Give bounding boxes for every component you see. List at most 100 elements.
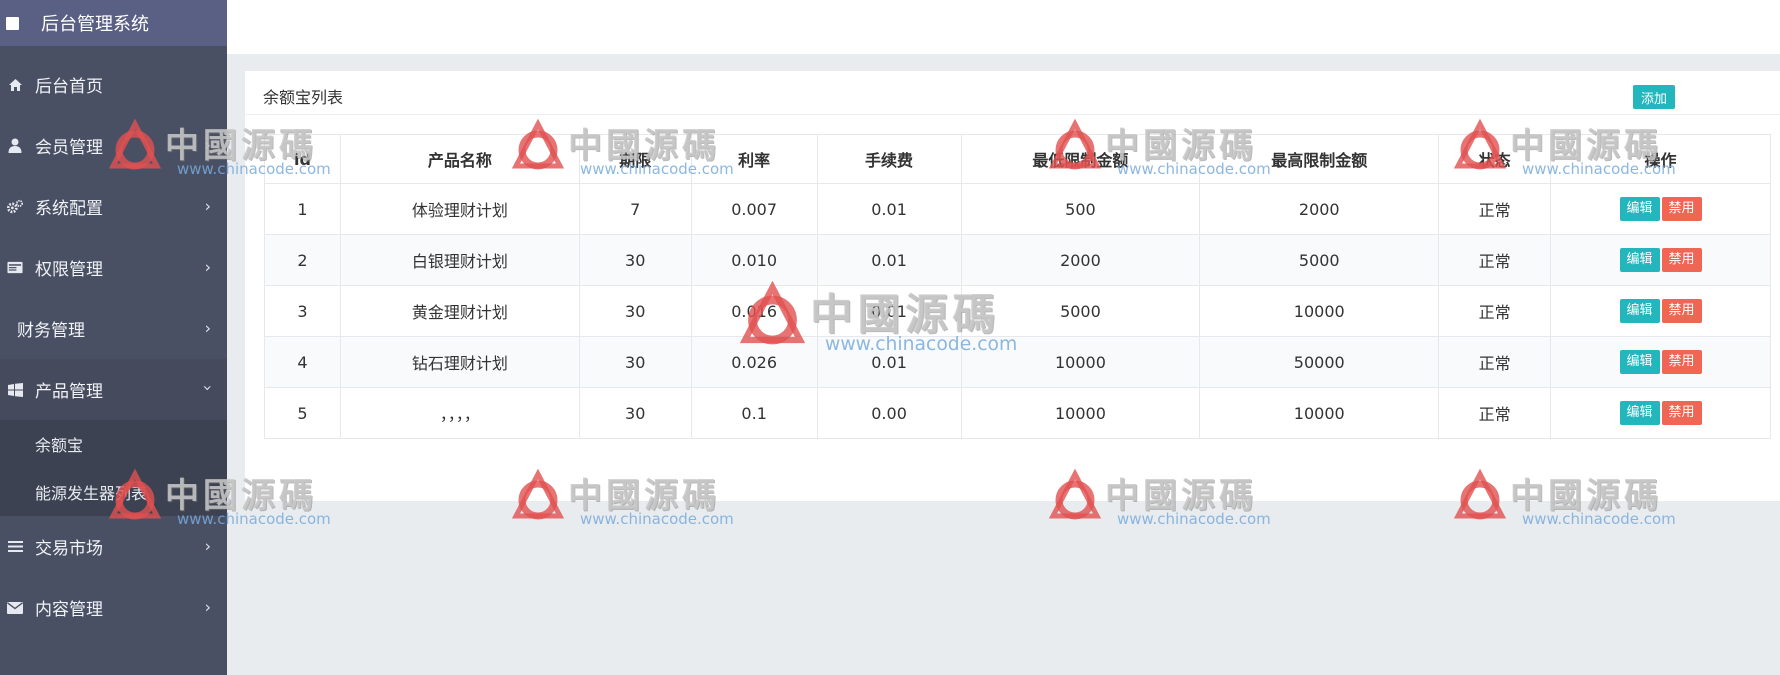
windows-icon — [7, 382, 23, 398]
sidebar-item-members[interactable]: 会员管理 › — [0, 115, 227, 176]
chevron-right-icon: › — [204, 597, 211, 617]
sidebar-item-label: 系统配置 — [35, 199, 103, 219]
sidebar-item-label: 财务管理 — [17, 321, 85, 341]
sidebar: 后台管理系统 后台首页 会员管理 › 系统配置 › 权限管理 › 财务管理 › — [0, 0, 227, 675]
disable-button[interactable]: 禁用 — [1661, 401, 1702, 425]
column-header-status: 状态 — [1438, 134, 1552, 184]
column-header-product-name: 产品名称 — [339, 134, 580, 184]
chevron-down-icon: › — [198, 384, 218, 391]
table-row: 5 ，，，， 30 0.1 0.00 10000 10000 正常 编辑 禁用 — [264, 387, 1771, 439]
table-header-row: id 产品名称 期限 利率 手续费 最低限制金额 最高限制金额 状态 操作 — [264, 134, 1771, 184]
sidebar-item-permissions[interactable]: 权限管理 › — [0, 237, 227, 298]
brand[interactable]: 后台管理系统 — [0, 0, 227, 46]
cell-min-amount: 10000 — [960, 387, 1201, 439]
brand-title: 后台管理系统 — [41, 14, 149, 35]
cell-actions: 编辑 禁用 — [1550, 336, 1771, 388]
chevron-right-icon: › — [204, 257, 211, 277]
cell-product-name: 白银理财计划 — [339, 234, 580, 286]
chevron-right-icon: › — [204, 318, 211, 338]
cell-min-amount: 500 — [960, 183, 1201, 235]
add-button[interactable]: 添加 — [1633, 85, 1675, 109]
home-icon — [7, 77, 23, 93]
cell-fee: 0.01 — [816, 234, 962, 286]
cell-status: 正常 — [1438, 336, 1552, 388]
cell-id: 5 — [264, 387, 341, 439]
sidebar-subitem-label: 余额宝 — [35, 436, 84, 455]
sidebar-item-label: 会员管理 — [35, 138, 103, 158]
table-row: 4 钻石理财计划 30 0.026 0.01 10000 50000 正常 编辑… — [264, 336, 1771, 388]
cell-rate: 0.016 — [690, 285, 818, 337]
panel-title: 余额宝列表 — [263, 88, 344, 107]
chevron-right-icon: › — [204, 196, 211, 216]
column-header-id: id — [264, 134, 341, 184]
cell-id: 1 — [264, 183, 341, 235]
edit-button[interactable]: 编辑 — [1619, 350, 1660, 374]
cell-term: 30 — [578, 234, 692, 286]
top-bar — [227, 0, 1780, 54]
cell-term: 30 — [578, 336, 692, 388]
chevron-right-icon: › — [204, 135, 211, 155]
watermark-url: www.chinacode.com — [1522, 510, 1676, 528]
brand-square-icon — [6, 16, 19, 30]
edit-button[interactable]: 编辑 — [1619, 197, 1660, 221]
sidebar-subitem-yuebao[interactable]: 余额宝 — [0, 420, 227, 468]
cell-rate: 0.1 — [690, 387, 818, 439]
user-icon — [7, 138, 23, 154]
table-row: 3 黄金理财计划 30 0.016 0.01 5000 10000 正常 编辑禁… — [264, 285, 1771, 337]
cell-max-amount: 10000 — [1199, 285, 1440, 337]
cell-term: 7 — [578, 183, 692, 235]
disable-button[interactable]: 禁用 — [1661, 299, 1702, 323]
edit-button[interactable]: 编辑 — [1619, 299, 1660, 323]
sidebar-item-finance[interactable]: 财务管理 › — [0, 298, 227, 359]
disable-button[interactable]: 禁用 — [1661, 197, 1702, 221]
column-header-max-amount: 最高限制金额 — [1199, 134, 1440, 184]
sidebar-item-label: 交易市场 — [35, 539, 103, 559]
cell-max-amount: 50000 — [1199, 336, 1440, 388]
edit-button[interactable]: 编辑 — [1619, 248, 1660, 272]
column-header-term: 期限 — [578, 134, 692, 184]
sidebar-subitem-label: 能源发生器列表 — [35, 484, 148, 503]
cell-rate: 0.007 — [690, 183, 818, 235]
table-row: 2 白银理财计划 30 0.010 0.01 2000 5000 正常 编辑 禁用 — [264, 234, 1771, 286]
sidebar-item-label: 产品管理 — [35, 382, 103, 402]
sidebar-submenu-products: 余额宝 能源发生器列表 — [0, 420, 227, 516]
cell-rate: 0.026 — [690, 336, 818, 388]
cell-max-amount: 5000 — [1199, 234, 1440, 286]
sidebar-item-label: 权限管理 — [35, 260, 103, 280]
cell-product-name: 体验理财计划 — [339, 183, 580, 235]
cell-max-amount: 2000 — [1199, 183, 1440, 235]
column-header-min-amount: 最低限制金额 — [960, 134, 1201, 184]
cell-actions: 编辑 禁用 — [1550, 285, 1771, 337]
cell-product-name: ，，，， — [339, 387, 580, 439]
cell-rate: 0.010 — [690, 234, 818, 286]
sidebar-subitem-energy-generators[interactable]: 能源发生器列表 — [0, 468, 227, 516]
cell-id: 2 — [264, 234, 341, 286]
cell-min-amount: 2000 — [960, 234, 1201, 286]
cell-product-name: 黄金理财计划 — [339, 285, 580, 337]
cell-actions: 编辑 禁用 — [1550, 234, 1771, 286]
cell-status: 正常 — [1438, 234, 1552, 286]
table-row: 1 体验理财计划 7 0.007 0.01 500 2000 正常 编辑 禁用 — [264, 183, 1771, 235]
cell-status: 正常 — [1438, 285, 1552, 337]
cell-term: 30 — [578, 285, 692, 337]
cell-fee: 0.01 — [816, 183, 962, 235]
cell-min-amount: 5000 — [960, 285, 1201, 337]
sidebar-item-products[interactable]: 产品管理 › — [0, 359, 227, 420]
sidebar-item-label: 内容管理 — [35, 600, 103, 620]
sidebar-item-content[interactable]: 内容管理 › — [0, 577, 227, 638]
disable-button[interactable]: 禁用 — [1661, 350, 1702, 374]
watermark-url: www.chinacode.com — [580, 510, 734, 528]
cell-fee: 0.01 — [816, 336, 962, 388]
sidebar-item-trade-market[interactable]: 交易市场 › — [0, 516, 227, 577]
edit-button[interactable]: 编辑 — [1619, 401, 1660, 425]
sidebar-item-label: 后台首页 — [35, 77, 103, 97]
column-header-rate: 利率 — [690, 134, 818, 184]
sidebar-item-home[interactable]: 后台首页 — [0, 54, 227, 115]
cell-id: 4 — [264, 336, 341, 388]
cell-max-amount: 10000 — [1199, 387, 1440, 439]
disable-button[interactable]: 禁用 — [1661, 248, 1702, 272]
cell-product-name: 钻石理财计划 — [339, 336, 580, 388]
column-header-actions: 操作 — [1550, 134, 1771, 184]
sidebar-item-system-config[interactable]: 系统配置 › — [0, 176, 227, 237]
cell-fee: 0.01 — [816, 285, 962, 337]
